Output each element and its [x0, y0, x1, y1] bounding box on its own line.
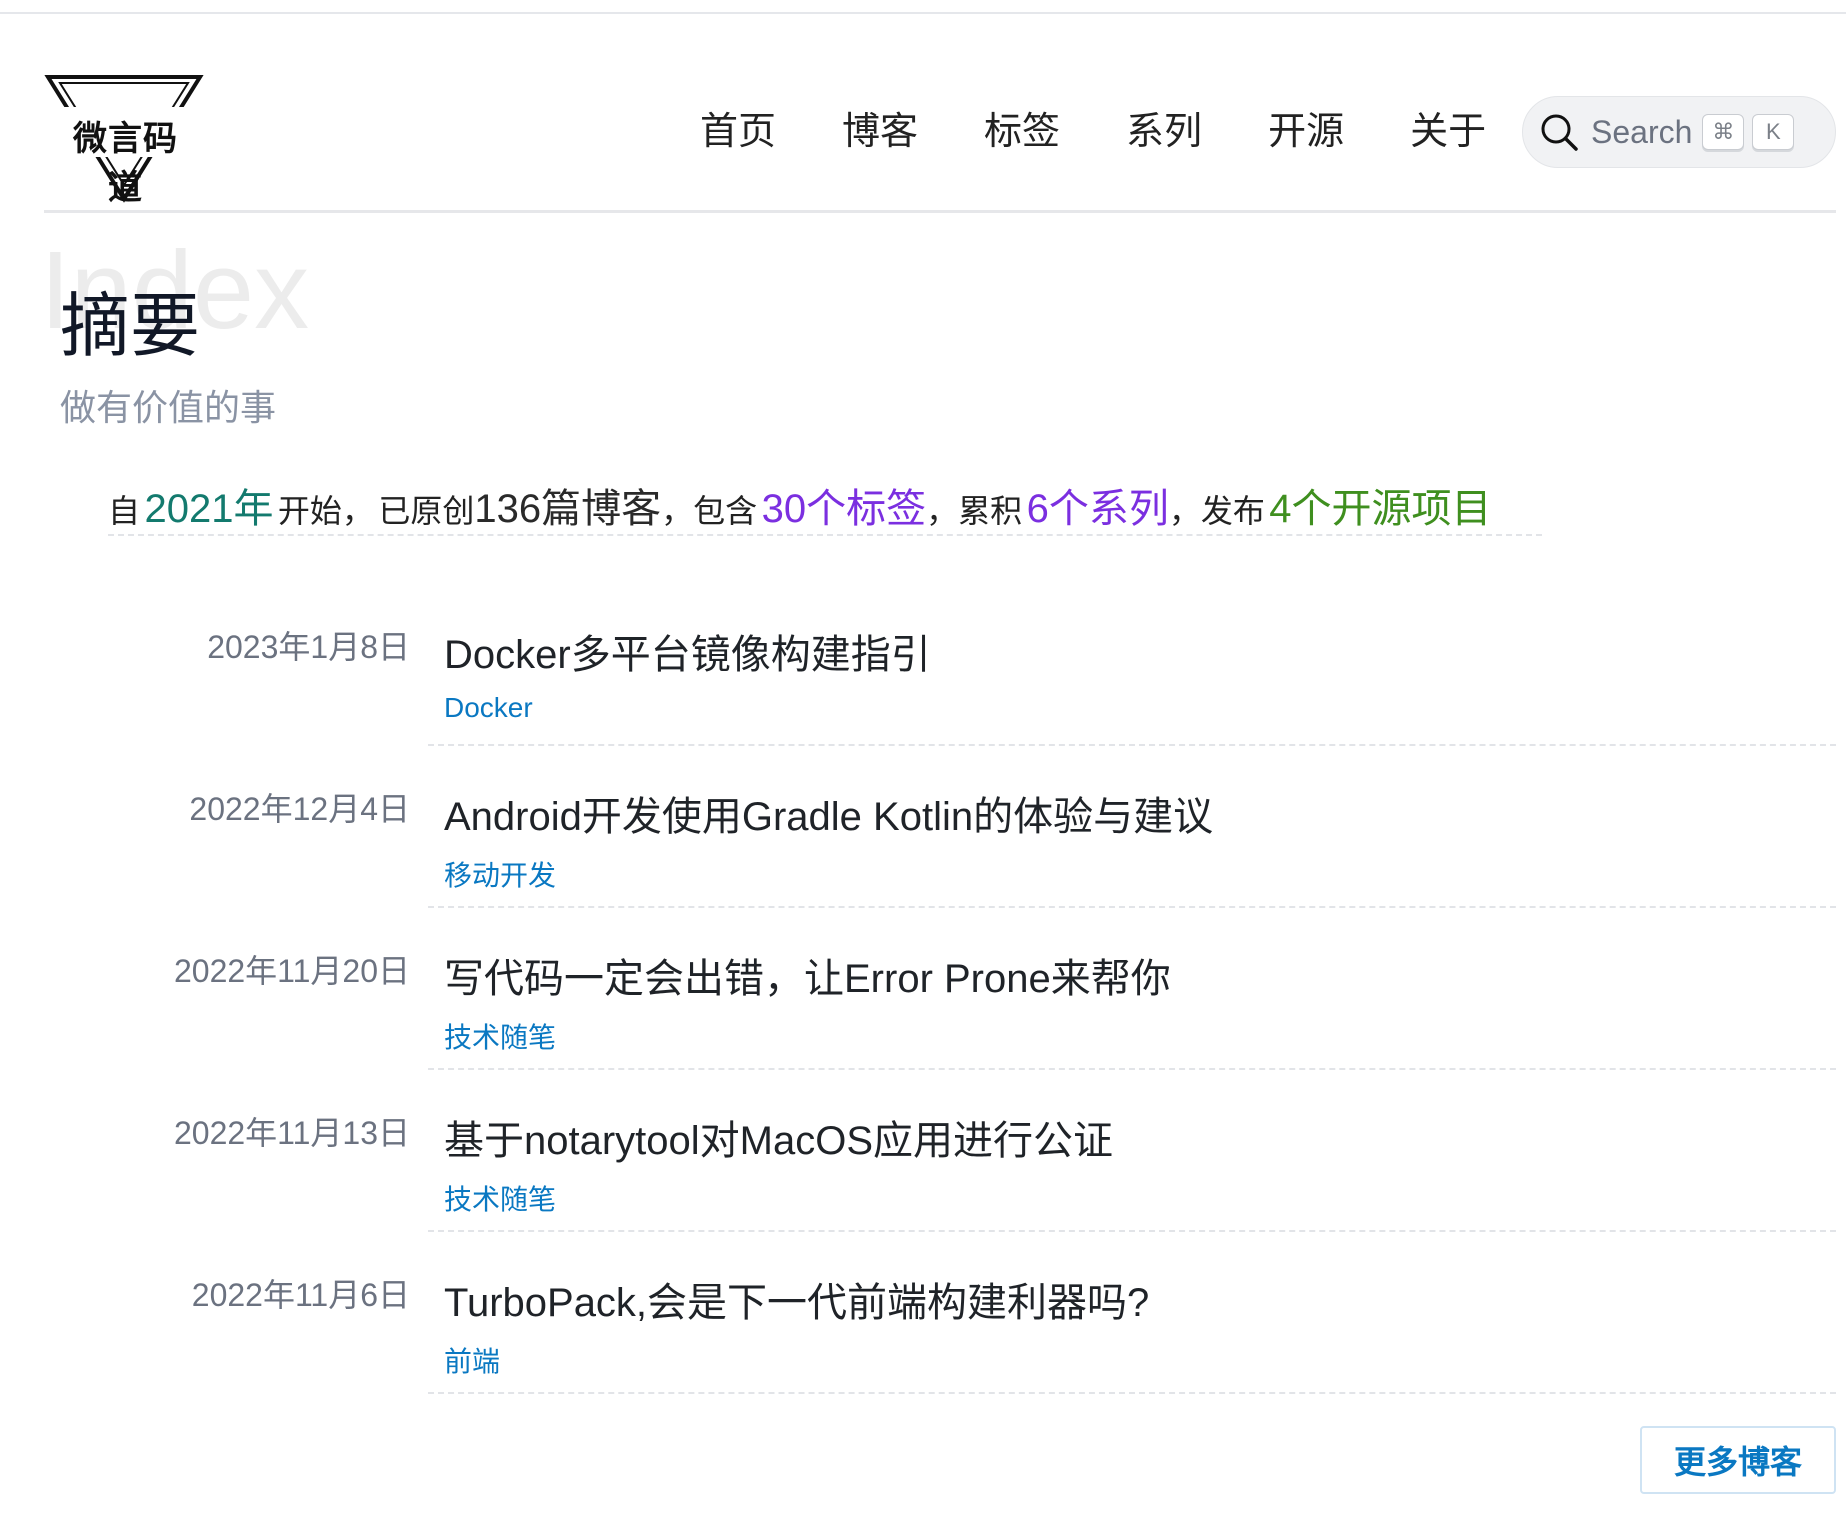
post-list: 2023年1月8日 Docker多平台镜像构建指引 Docker 2022年12… [0, 600, 1846, 1410]
post-divider [428, 1230, 1836, 1232]
post-tag-link[interactable]: 移动开发 [444, 854, 556, 894]
post-date: 2022年12月4日 [189, 791, 410, 827]
post-divider [428, 906, 1836, 908]
search-icon [1541, 114, 1578, 151]
stats-text: 自 [108, 493, 141, 529]
stats-text: ，包含 [661, 493, 758, 529]
nav-blog[interactable]: 博客 [842, 108, 918, 156]
post-date: 2022年11月13日 [173, 1115, 410, 1151]
nav-tags[interactable]: 标签 [984, 108, 1060, 156]
more-posts-button[interactable]: 更多博客 [1640, 1426, 1836, 1494]
site-stats: 自 2021年 开始， 已原创136篇博客，包含 30个标签，累积 6个系列，发… [108, 476, 1542, 536]
command-key-icon: ⌘ [1702, 114, 1745, 150]
post-tag-link[interactable]: 前端 [444, 1340, 500, 1380]
list-item: 2022年11月13日 基于notarytool对MacOS应用进行公证 技术随… [0, 1086, 1846, 1248]
search-button[interactable]: Search ⌘ K [1522, 96, 1836, 168]
search-label: Search [1591, 113, 1693, 150]
list-item: 2022年11月20日 写代码一定会出错，让Error Prone来帮你 技术随… [0, 924, 1846, 1086]
nav-opensource[interactable]: 开源 [1268, 108, 1344, 156]
post-divider [428, 744, 1836, 746]
stats-text: ，累积 [926, 493, 1023, 529]
stats-start-year: 2021年 [144, 487, 274, 531]
post-title-link[interactable]: TurboPack,会是下一代前端构建利器吗? [444, 1270, 1149, 1328]
list-item: 2022年12月4日 Android开发使用Gradle Kotlin的体验与建… [0, 762, 1846, 924]
post-title-link[interactable]: 基于notarytool对MacOS应用进行公证 [444, 1108, 1113, 1166]
logo-text: 微言码道 [73, 120, 178, 207]
stats-text: 开始， [277, 493, 374, 529]
nav-about[interactable]: 关于 [1410, 108, 1486, 156]
post-tag-link[interactable]: 技术随笔 [444, 1178, 556, 1218]
list-item: 2022年11月6日 TurboPack,会是下一代前端构建利器吗? 前端 [0, 1248, 1846, 1410]
stats-tag-count[interactable]: 30个标签 [762, 487, 927, 531]
nav-home[interactable]: 首页 [700, 108, 776, 156]
stats-project-count[interactable]: 4个开源项目 [1269, 487, 1491, 531]
nav-series[interactable]: 系列 [1126, 108, 1202, 156]
post-title-link[interactable]: Docker多平台镜像构建指引 [444, 622, 931, 680]
post-divider [428, 1392, 1836, 1394]
post-title-link[interactable]: Android开发使用Gradle Kotlin的体验与建议 [444, 784, 1213, 842]
post-date: 2023年1月8日 [207, 629, 410, 665]
stats-series-count[interactable]: 6个系列 [1027, 487, 1169, 531]
post-date: 2022年11月6日 [191, 1277, 410, 1313]
k-key-hint: K [1752, 114, 1795, 150]
stats-post-count[interactable]: 136篇博客 [474, 487, 661, 531]
post-divider [428, 1068, 1836, 1070]
page-title: 摘要 [60, 287, 200, 365]
main-nav: 首页 博客 标签 系列 开源 关于 [700, 108, 1486, 156]
post-tag-link[interactable]: Docker [444, 692, 533, 724]
stats-text: ，发布 [1168, 493, 1265, 529]
stats-text: 已原创 [378, 493, 475, 529]
page-subtitle: 做有价值的事 [60, 387, 277, 428]
header-divider [44, 210, 1836, 213]
post-date: 2022年11月20日 [173, 953, 410, 989]
top-divider [0, 12, 1846, 14]
site-logo[interactable]: 微言码道 [44, 73, 204, 207]
post-tag-link[interactable]: 技术随笔 [444, 1016, 556, 1056]
post-title-link[interactable]: 写代码一定会出错，让Error Prone来帮你 [444, 946, 1171, 1004]
list-item: 2023年1月8日 Docker多平台镜像构建指引 Docker [0, 600, 1846, 762]
